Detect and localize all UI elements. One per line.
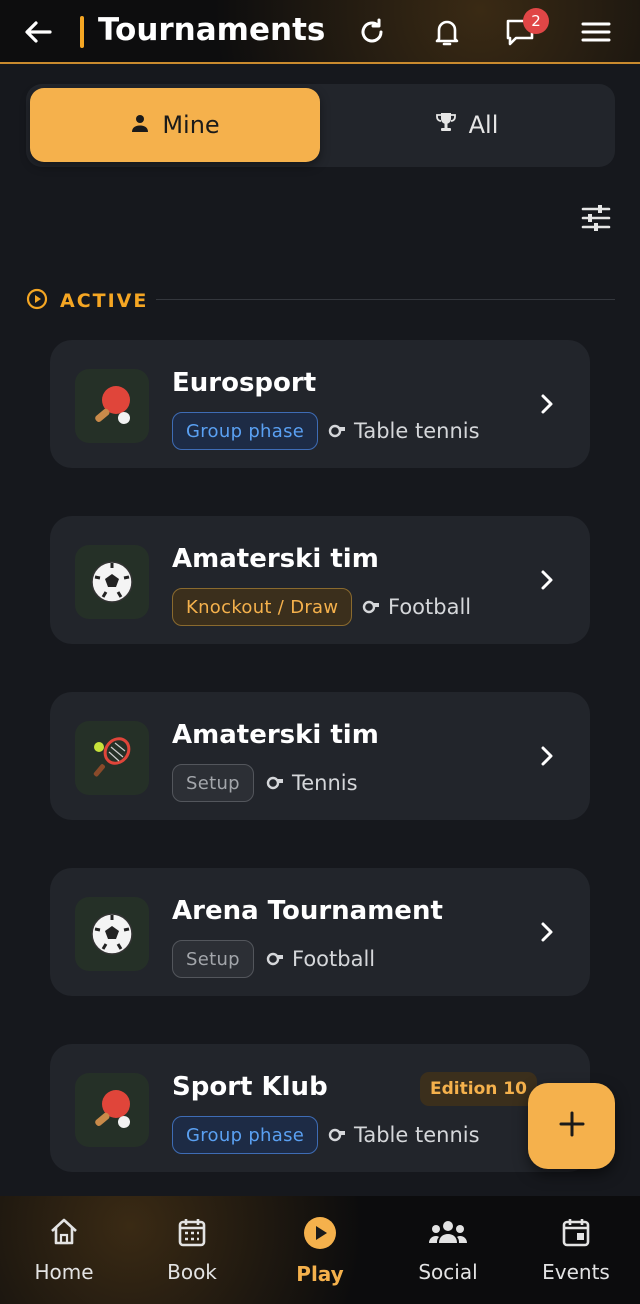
chevron-right-icon <box>534 566 560 594</box>
whistle-icon <box>362 595 380 619</box>
whistle-icon <box>328 1123 346 1147</box>
nav-book-label: Book <box>167 1260 217 1284</box>
chevron-right-icon <box>534 918 560 946</box>
play-circle-icon <box>26 288 48 314</box>
bottom-navigation: Home Book Play Social Events <box>0 1196 640 1304</box>
nav-events[interactable]: Events <box>521 1216 631 1284</box>
people-icon <box>428 1216 468 1252</box>
tournament-title: Amaterski tim <box>172 720 379 750</box>
sport-name: Football <box>292 947 376 971</box>
notifications-bell-icon[interactable] <box>429 14 465 50</box>
sport-name: Football <box>388 595 472 619</box>
tournament-card[interactable]: Arena Tournament Setup Football <box>50 868 590 996</box>
back-arrow-icon[interactable] <box>20 14 56 50</box>
sport-name: Tennis <box>292 771 358 795</box>
section-divider <box>156 299 615 300</box>
section-header-active: ACTIVE <box>26 288 148 314</box>
event-calendar-icon <box>560 1216 592 1252</box>
chevron-right-icon <box>534 742 560 770</box>
nav-events-label: Events <box>542 1260 610 1284</box>
tournament-title: Arena Tournament <box>172 896 443 926</box>
app-header: Tournaments 2 <box>0 0 640 64</box>
status-badge: Group phase <box>172 412 319 450</box>
home-icon <box>48 1216 80 1252</box>
tab-mine[interactable]: Mine <box>30 88 320 162</box>
tournament-card[interactable]: Amaterski tim Setup Tennis <box>50 692 590 820</box>
tournament-title: Amaterski tim <box>172 544 379 574</box>
tournament-card[interactable]: Sport Klub Edition 10 Group phase Table … <box>50 1044 590 1172</box>
plus-icon <box>558 1110 586 1142</box>
ping-pong-icon <box>75 369 149 443</box>
nav-book[interactable]: Book <box>137 1216 247 1284</box>
tab-all-label: All <box>468 111 499 139</box>
tournament-card[interactable]: Eurosport Group phase Table tennis <box>50 340 590 468</box>
calendar-grid-icon <box>176 1216 208 1252</box>
whistle-icon <box>266 947 284 971</box>
sport-label: Football <box>362 588 471 626</box>
soccer-ball-icon <box>75 897 149 971</box>
status-badge: Group phase <box>172 1116 319 1154</box>
filter-sliders-icon[interactable] <box>576 198 616 238</box>
nav-home-label: Home <box>34 1260 94 1284</box>
hamburger-menu-icon[interactable] <box>578 14 614 50</box>
status-badge: Knockout / Draw <box>172 588 353 626</box>
status-badge: Setup <box>172 764 254 802</box>
nav-social[interactable]: Social <box>393 1216 503 1284</box>
play-icon <box>303 1216 337 1254</box>
nav-play-label: Play <box>296 1262 344 1286</box>
tab-mine-label: Mine <box>162 111 220 139</box>
tournament-card[interactable]: Amaterski tim Knockout / Draw Football <box>50 516 590 644</box>
soccer-ball-icon <box>75 545 149 619</box>
tab-all[interactable]: All <box>322 88 611 162</box>
trophy-icon <box>435 111 457 139</box>
nav-play[interactable]: Play <box>265 1216 375 1286</box>
sport-label: Football <box>266 940 375 978</box>
whistle-icon <box>266 771 284 795</box>
status-badge: Setup <box>172 940 254 978</box>
sport-name: Table tennis <box>354 1123 480 1147</box>
whistle-icon <box>328 419 346 443</box>
section-label: ACTIVE <box>60 290 149 312</box>
page-title: Tournaments <box>98 12 326 48</box>
ping-pong-icon <box>75 1073 149 1147</box>
tournament-title: Sport Klub <box>172 1072 328 1102</box>
tournament-title: Eurosport <box>172 368 317 398</box>
sport-name: Table tennis <box>354 419 480 443</box>
tennis-racket-icon <box>75 721 149 795</box>
tournament-scope-toggle: Mine All <box>26 84 615 167</box>
create-tournament-button[interactable] <box>528 1083 615 1169</box>
sport-label: Table tennis <box>328 412 480 450</box>
refresh-icon[interactable] <box>354 14 390 50</box>
nav-home[interactable]: Home <box>9 1216 119 1284</box>
sport-label: Table tennis <box>328 1116 480 1154</box>
message-count-badge: 2 <box>523 8 549 34</box>
chevron-right-icon <box>534 390 560 418</box>
nav-social-label: Social <box>418 1260 478 1284</box>
edition-badge: Edition 10 <box>420 1072 537 1106</box>
person-icon <box>130 111 150 139</box>
sport-label: Tennis <box>266 764 358 802</box>
title-accent-bar <box>80 16 84 48</box>
